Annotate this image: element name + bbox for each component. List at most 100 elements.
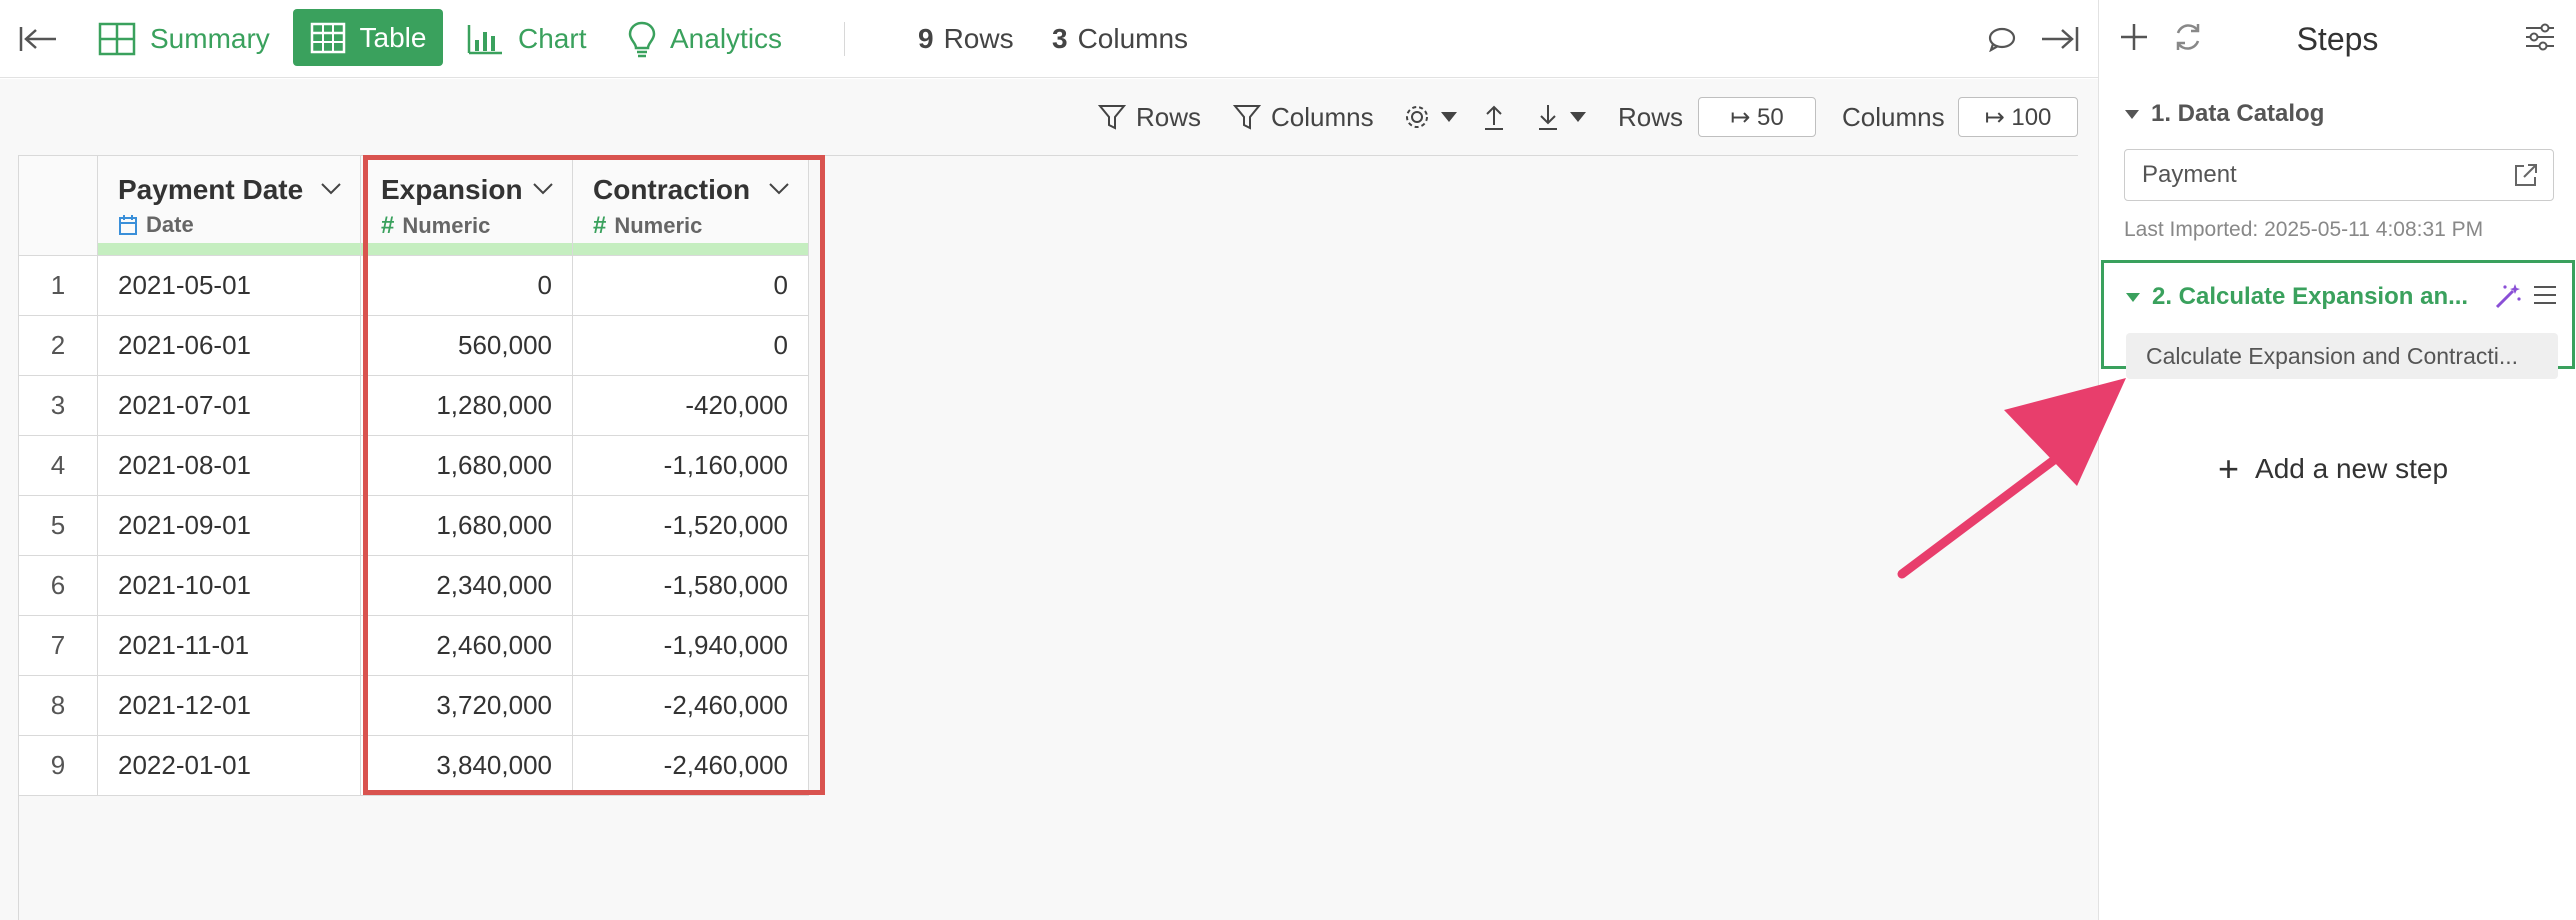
step-2-header[interactable]: 2. Calculate Expansion an...	[2126, 283, 2468, 311]
step-1-header[interactable]: 1. Data Catalog	[2125, 100, 2324, 128]
cell-expansion[interactable]: 1,680,000	[360, 435, 573, 496]
top-bar: Summary Table Chart Analytics 9 Rows 3 Col…	[0, 0, 2098, 78]
magic-wand-icon[interactable]	[2493, 281, 2523, 311]
step-2-description[interactable]: Calculate Expansion and Contracti...	[2126, 333, 2558, 379]
caret-down-icon	[1570, 112, 1586, 122]
cell-contraction[interactable]: 0	[572, 255, 809, 316]
gear-icon	[1406, 106, 1428, 128]
cell-expansion[interactable]: 1,680,000	[360, 495, 573, 556]
step-1-title: 1. Data Catalog	[2151, 100, 2325, 127]
add-step-button[interactable]: + Add a new step	[2218, 448, 2448, 490]
tab-summary-label: Summary	[150, 23, 270, 54]
tab-summary[interactable]: Summary	[98, 0, 270, 78]
rows-count-value: 9	[918, 23, 934, 54]
cell-expansion[interactable]: 3,720,000	[360, 675, 573, 736]
cell-expansion[interactable]: 0	[360, 255, 573, 316]
tab-table[interactable]: Table	[293, 9, 443, 66]
sort-asc-button[interactable]	[1482, 79, 1516, 155]
cell-contraction[interactable]: -2,460,000	[572, 675, 809, 736]
cell-payment-date[interactable]: 2021-08-01	[97, 435, 361, 496]
columns-filter-button[interactable]: Columns	[1233, 79, 1374, 155]
topbar-divider	[844, 22, 845, 56]
chevron-down-icon[interactable]	[320, 182, 342, 196]
hash-icon: #	[593, 212, 607, 239]
steps-title: Steps	[2296, 20, 2379, 57]
rows-filter-button[interactable]: Rows	[1098, 79, 1201, 155]
columns-filter-label: Columns	[1271, 101, 1374, 132]
settings-dropdown[interactable]	[1403, 79, 1467, 155]
tab-chart-label: Chart	[518, 23, 587, 54]
menu-icon[interactable]	[2532, 283, 2558, 307]
collapse-caret-icon	[2126, 292, 2140, 302]
cell-expansion[interactable]: 2,340,000	[360, 555, 573, 616]
table-row: 3 2021-07-01 1,280,000 -420,000	[18, 375, 809, 436]
column-type: # Numeric	[381, 212, 490, 240]
rows-limit-input[interactable]: ↦ 50	[1698, 97, 1816, 137]
cell-payment-date[interactable]: 2022-01-01	[97, 735, 361, 796]
cell-expansion[interactable]: 1,280,000	[360, 375, 573, 436]
comment-icon[interactable]	[1988, 0, 2030, 78]
bar-chart-icon	[467, 25, 502, 55]
cell-expansion[interactable]: 560,000	[360, 315, 573, 376]
tab-table-label: Table	[359, 21, 427, 53]
table-icon	[310, 22, 345, 53]
column-name: Expansion	[381, 174, 523, 205]
cell-expansion[interactable]: 3,840,000	[360, 735, 573, 796]
column-header-expansion[interactable]: Expansion # Numeric	[360, 155, 573, 256]
collapse-caret-icon	[2125, 109, 2139, 119]
arrow-down-icon	[1539, 105, 1557, 130]
table-row: 4 2021-08-01 1,680,000 -1,160,000	[18, 435, 809, 496]
cell-expansion[interactable]: 2,460,000	[360, 615, 573, 676]
columns-count-label: Columns	[1077, 23, 1189, 54]
row-index: 3	[18, 375, 98, 436]
table-row: 6 2021-10-01 2,340,000 -1,580,000	[18, 555, 809, 616]
data-source-name: Payment	[2142, 161, 2237, 188]
collapse-left-icon[interactable]	[18, 0, 72, 78]
settings-sliders-icon[interactable]	[2523, 20, 2557, 54]
data-source-field[interactable]: Payment	[2124, 149, 2554, 201]
columns-limit-input[interactable]: ↦ 100	[1958, 97, 2078, 137]
column-name: Payment Date	[118, 174, 304, 205]
cell-contraction[interactable]: -1,940,000	[572, 615, 809, 676]
add-step-label: Add a new step	[2255, 453, 2449, 484]
cell-contraction[interactable]: -1,580,000	[572, 555, 809, 616]
rows-filter-label: Rows	[1136, 101, 1202, 132]
columns-count-value: 3	[1052, 23, 1068, 54]
chevron-down-icon[interactable]	[532, 182, 554, 196]
row-index: 2	[18, 315, 98, 376]
table-row: 5 2021-09-01 1,680,000 -1,520,000	[18, 495, 809, 556]
cell-payment-date[interactable]: 2021-09-01	[97, 495, 361, 556]
collapse-right-icon[interactable]	[2040, 0, 2094, 78]
column-type: # Numeric	[593, 212, 702, 240]
calendar-icon	[119, 215, 137, 235]
row-index: 5	[18, 495, 98, 556]
table-row: 8 2021-12-01 3,720,000 -2,460,000	[18, 675, 809, 736]
cell-payment-date[interactable]: 2021-06-01	[97, 315, 361, 376]
row-index: 6	[18, 555, 98, 616]
column-quality-bar	[361, 243, 572, 255]
column-header-payment-date[interactable]: Payment Date Date	[97, 155, 361, 256]
cell-contraction[interactable]: -1,520,000	[572, 495, 809, 556]
table-row: 1 2021-05-01 0 0	[18, 255, 809, 316]
sort-desc-dropdown[interactable]	[1536, 79, 1596, 155]
column-header-contraction[interactable]: Contraction # Numeric	[572, 155, 809, 256]
external-link-icon[interactable]	[2513, 162, 2539, 188]
chevron-down-icon[interactable]	[768, 182, 790, 196]
cell-contraction[interactable]: -420,000	[572, 375, 809, 436]
row-index-header	[18, 155, 98, 256]
tab-analytics[interactable]: Analytics	[628, 0, 782, 78]
cell-payment-date[interactable]: 2021-05-01	[97, 255, 361, 316]
cell-payment-date[interactable]: 2021-11-01	[97, 615, 361, 676]
cell-payment-date[interactable]: 2021-12-01	[97, 675, 361, 736]
step-2-card[interactable]: 2. Calculate Expansion an... Calculate E…	[2101, 260, 2575, 379]
cell-contraction[interactable]: -2,460,000	[572, 735, 809, 796]
plus-icon: +	[2218, 448, 2240, 489]
tab-chart[interactable]: Chart	[466, 0, 586, 78]
row-index: 4	[18, 435, 98, 496]
cell-payment-date[interactable]: 2021-07-01	[97, 375, 361, 436]
summary-grid-icon	[98, 22, 136, 56]
cell-payment-date[interactable]: 2021-10-01	[97, 555, 361, 616]
column-type: Date	[118, 212, 194, 238]
cell-contraction[interactable]: 0	[572, 315, 809, 376]
cell-contraction[interactable]: -1,160,000	[572, 435, 809, 496]
